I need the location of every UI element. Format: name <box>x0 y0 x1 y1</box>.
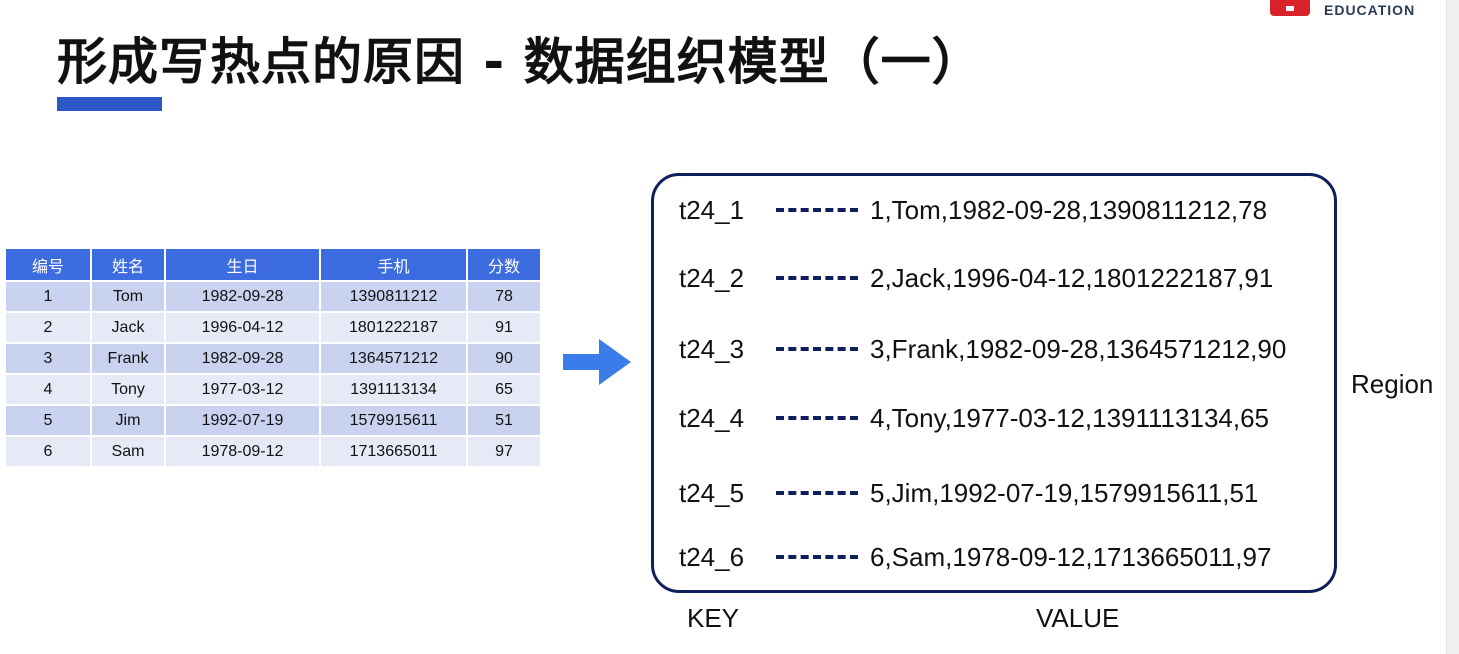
table-cell: 1713665011 <box>320 436 467 467</box>
table-cell: 1982-09-28 <box>165 343 320 374</box>
logo-text: EDUCATION <box>1324 2 1415 18</box>
table-cell: 1364571212 <box>320 343 467 374</box>
kv-entry: t24_2 2,Jack,1996-04-12,1801222187,91 <box>679 261 1273 295</box>
table-cell: 6 <box>5 436 91 467</box>
table-cell: 91 <box>467 312 541 343</box>
region-box <box>651 173 1337 593</box>
row-key: t24_6 <box>679 542 777 573</box>
row-key: t24_5 <box>679 478 777 509</box>
table-cell: 1579915611 <box>320 405 467 436</box>
table-cell: 51 <box>467 405 541 436</box>
table-row: 1 Tom 1982-09-28 1390811212 78 <box>5 281 541 312</box>
table-cell: 1390811212 <box>320 281 467 312</box>
row-value: 2,Jack,1996-04-12,1801222187,91 <box>870 263 1273 294</box>
row-key: t24_4 <box>679 403 777 434</box>
table-row: 5 Jim 1992-07-19 1579915611 51 <box>5 405 541 436</box>
table-header-row: 编号 姓名 生日 手机 分数 <box>5 248 541 281</box>
table-cell: Tom <box>91 281 165 312</box>
dashed-connector <box>776 276 858 280</box>
row-value: 6,Sam,1978-09-12,1713665011,97 <box>870 542 1271 573</box>
column-header: 手机 <box>320 248 467 281</box>
table-cell: Jim <box>91 405 165 436</box>
table-cell: 97 <box>467 436 541 467</box>
kv-entry: t24_6 6,Sam,1978-09-12,1713665011,97 <box>679 540 1271 574</box>
key-column-label: KEY <box>687 603 739 634</box>
logo-icon <box>1270 0 1310 16</box>
source-data-table: 编号 姓名 生日 手机 分数 1 Tom 1982-09-28 13908112… <box>4 247 542 468</box>
row-key: t24_2 <box>679 263 777 294</box>
table-cell: 1801222187 <box>320 312 467 343</box>
column-header: 分数 <box>467 248 541 281</box>
table-cell: 90 <box>467 343 541 374</box>
table-row: 6 Sam 1978-09-12 1713665011 97 <box>5 436 541 467</box>
table-cell: 3 <box>5 343 91 374</box>
table-cell: 1996-04-12 <box>165 312 320 343</box>
table-row: 4 Tony 1977-03-12 1391113134 65 <box>5 374 541 405</box>
table-cell: Tony <box>91 374 165 405</box>
table-cell: 65 <box>467 374 541 405</box>
table-cell: Jack <box>91 312 165 343</box>
row-value: 5,Jim,1992-07-19,1579915611,51 <box>870 478 1258 509</box>
row-value: 3,Frank,1982-09-28,1364571212,90 <box>870 334 1286 365</box>
table-cell: 4 <box>5 374 91 405</box>
table-cell: 2 <box>5 312 91 343</box>
column-header: 生日 <box>165 248 320 281</box>
window-right-edge <box>1446 0 1459 654</box>
value-column-label: VALUE <box>1036 603 1119 634</box>
table-cell: 1 <box>5 281 91 312</box>
table-cell: 1391113134 <box>320 374 467 405</box>
table-cell: 1992-07-19 <box>165 405 320 436</box>
kv-entry: t24_1 1,Tom,1982-09-28,1390811212,78 <box>679 193 1267 227</box>
table-cell: 5 <box>5 405 91 436</box>
region-label: Region <box>1351 369 1433 400</box>
title-underline <box>57 97 162 111</box>
row-key: t24_3 <box>679 334 777 365</box>
table-cell: 78 <box>467 281 541 312</box>
dashed-connector <box>776 416 858 420</box>
table-cell: Frank <box>91 343 165 374</box>
kv-entry: t24_4 4,Tony,1977-03-12,1391113134,65 <box>679 401 1269 435</box>
row-value: 4,Tony,1977-03-12,1391113134,65 <box>870 403 1269 434</box>
table-row: 2 Jack 1996-04-12 1801222187 91 <box>5 312 541 343</box>
row-value: 1,Tom,1982-09-28,1390811212,78 <box>870 195 1267 226</box>
table-cell: Sam <box>91 436 165 467</box>
table-cell: 1977-03-12 <box>165 374 320 405</box>
table-cell: 1978-09-12 <box>165 436 320 467</box>
dashed-connector <box>776 491 858 495</box>
dashed-connector <box>776 208 858 212</box>
dashed-connector <box>776 347 858 351</box>
column-header: 姓名 <box>91 248 165 281</box>
kv-entry: t24_3 3,Frank,1982-09-28,1364571212,90 <box>679 332 1286 366</box>
dashed-connector <box>776 555 858 559</box>
table-row: 3 Frank 1982-09-28 1364571212 90 <box>5 343 541 374</box>
slide-title: 形成写热点的原因 - 数据组织模型（一） <box>57 22 983 94</box>
arrow-right-icon <box>563 339 631 385</box>
brand-logo: EDUCATION <box>1270 0 1415 22</box>
kv-entry: t24_5 5,Jim,1992-07-19,1579915611,51 <box>679 476 1258 510</box>
row-key: t24_1 <box>679 195 777 226</box>
table-cell: 1982-09-28 <box>165 281 320 312</box>
column-header: 编号 <box>5 248 91 281</box>
